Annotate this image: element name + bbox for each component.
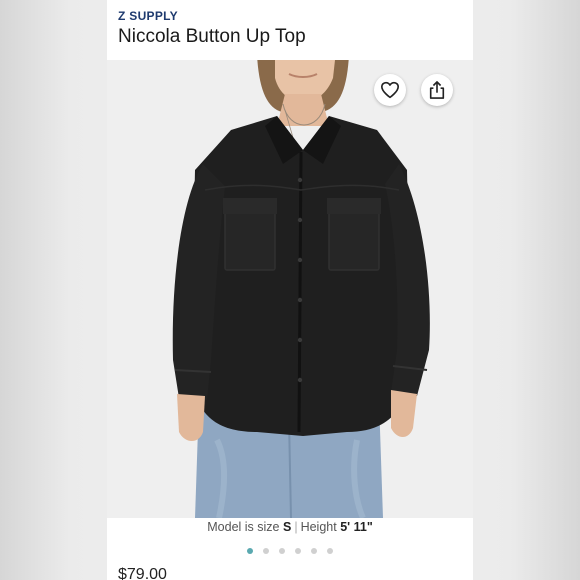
- share-icon: [429, 81, 445, 99]
- model-info-separator: |: [294, 520, 298, 534]
- product-page: Z SUPPLY Niccola Button Up Top Model is …: [107, 0, 473, 580]
- brand-name[interactable]: Z SUPPLY: [118, 9, 178, 23]
- model-size-prefix: Model is size: [207, 520, 280, 534]
- carousel-dot[interactable]: [279, 548, 285, 554]
- carousel-pagination: [107, 548, 473, 554]
- model-height-label: Height: [300, 520, 337, 534]
- favorite-button[interactable]: [374, 74, 406, 106]
- model-height-value: 5' 11": [340, 520, 373, 534]
- product-title: Niccola Button Up Top: [118, 26, 306, 47]
- model-size-info: Model is size S | Height 5' 11": [107, 520, 473, 534]
- carousel-dot[interactable]: [247, 548, 253, 554]
- product-price: $79.00: [118, 566, 167, 580]
- carousel-dot[interactable]: [311, 548, 317, 554]
- heart-outline-icon: [381, 81, 399, 99]
- product-image[interactable]: [107, 60, 473, 518]
- share-button[interactable]: [421, 74, 453, 106]
- product-photo-illustration: [107, 60, 473, 518]
- carousel-dot[interactable]: [295, 548, 301, 554]
- carousel-dot[interactable]: [327, 548, 333, 554]
- model-size-value: S: [282, 520, 292, 534]
- carousel-dot[interactable]: [263, 548, 269, 554]
